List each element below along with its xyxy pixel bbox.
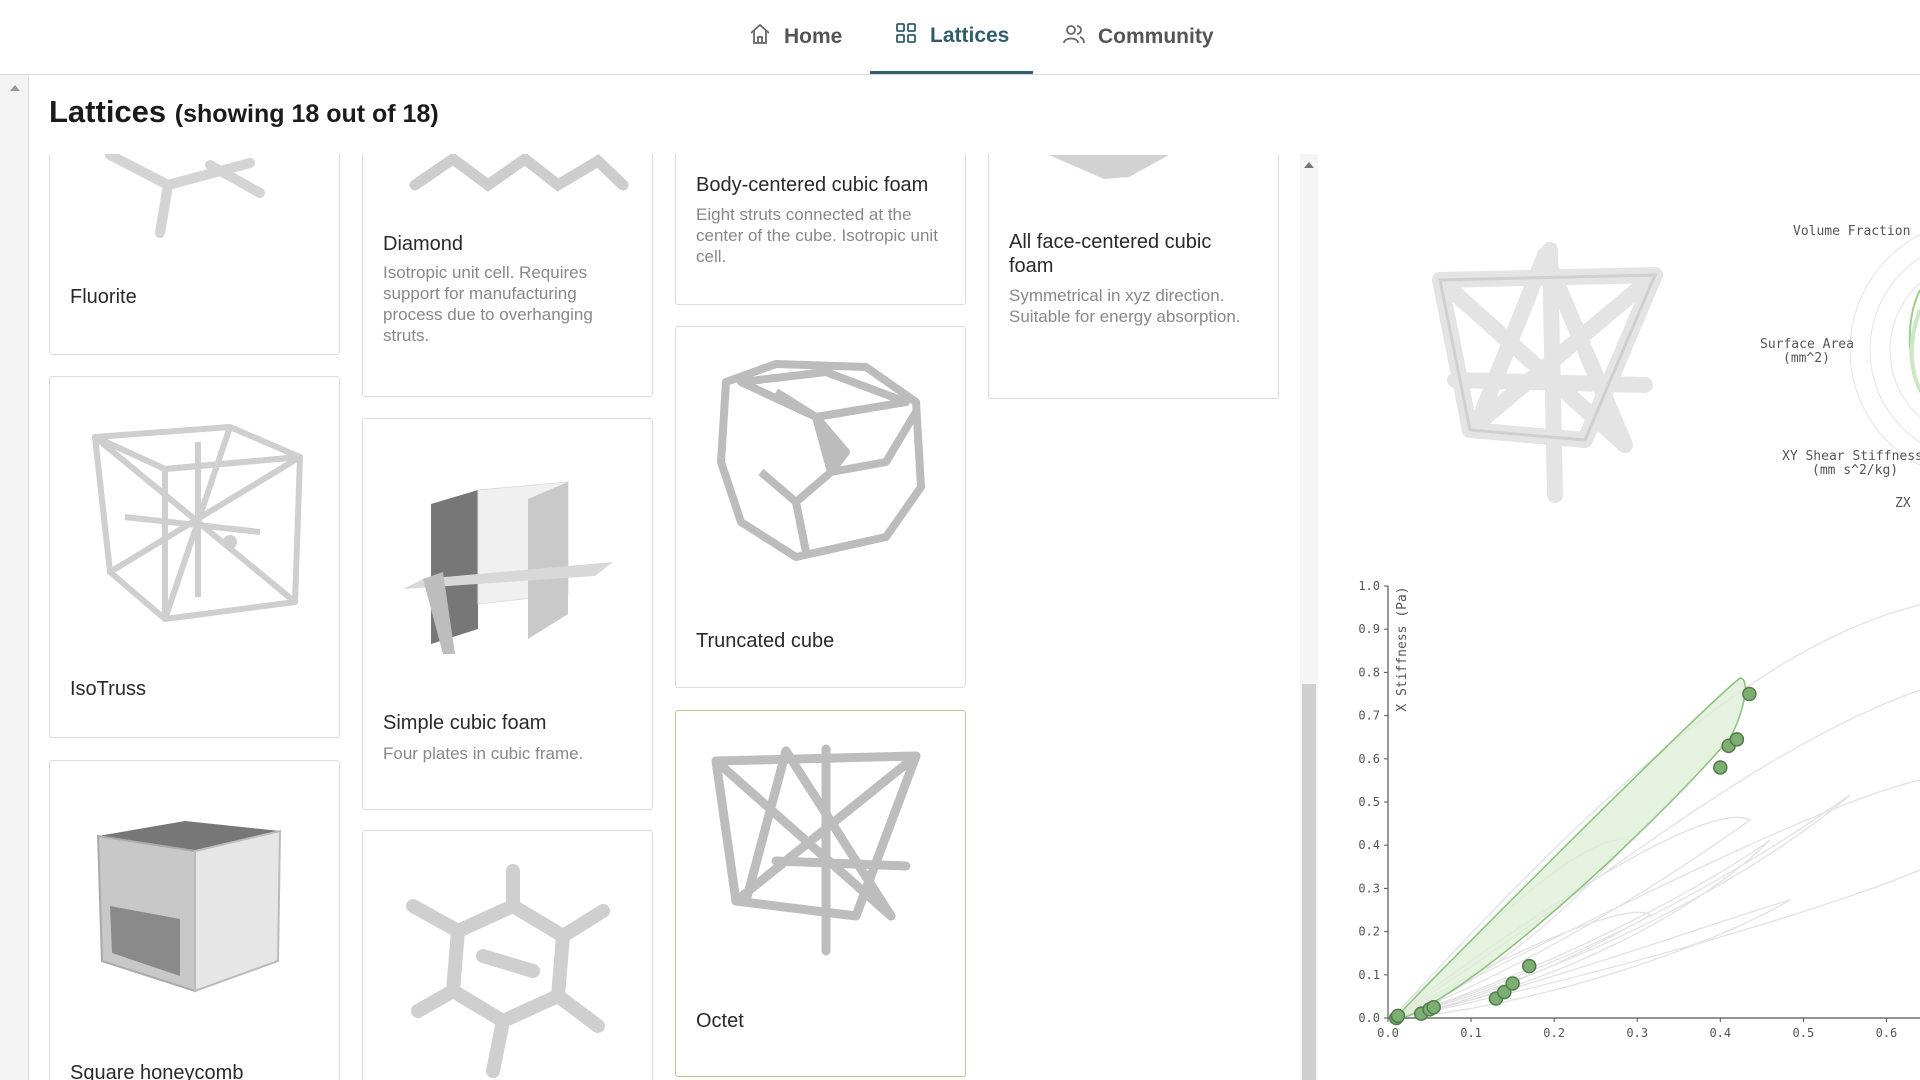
y-tick-label: 0.5 (1358, 795, 1380, 809)
data-point[interactable] (1390, 1008, 1406, 1024)
x-tick-label: 0.0 (1377, 1026, 1399, 1040)
card-name: Simple cubic foam (383, 712, 547, 734)
data-point[interactable] (1742, 686, 1757, 702)
y-tick-label: 0.4 (1358, 838, 1380, 852)
lattice-structure-icon (406, 864, 610, 1078)
users-icon (1062, 22, 1086, 52)
page-scrollbar[interactable] (0, 75, 29, 1080)
lattice-card-all-face-centered-cubic-foam[interactable]: All face-centered cubic foam Symmetrical… (988, 154, 1279, 399)
y-axis-label: X Stiffness (Pa) (1395, 586, 1410, 711)
fluorite-lattice-icon (105, 154, 265, 238)
lattice-card-isotruss[interactable]: IsoTruss (49, 376, 340, 738)
scroll-up-icon[interactable] (1304, 162, 1314, 168)
card-name: Square honeycomb (70, 1062, 244, 1080)
y-tick-label: 0.6 (1358, 752, 1380, 766)
radar-label-volume-fraction: Volume Fraction (1793, 224, 1910, 239)
card-name: Diamond (383, 233, 464, 255)
y-tick-label: 0.1 (1358, 968, 1380, 982)
y-tick-label: 0.3 (1358, 881, 1380, 895)
results-count: (showing 18 out of 18) (174, 100, 439, 128)
truncated-cube-icon (717, 360, 925, 561)
card-name: IsoTruss (70, 678, 146, 700)
radar-chart[interactable]: Volume Fraction Surface Area (mm^2) XY S… (1720, 200, 1920, 530)
y-tick-label: 0.8 (1358, 665, 1380, 679)
lattice-card-octet[interactable]: Octet (675, 710, 966, 1077)
lattice-card-truncated-cube[interactable]: Truncated cube (675, 326, 966, 688)
data-point[interactable] (1505, 976, 1520, 991)
top-navigation: Home Lattices Community (0, 0, 1920, 75)
pareto-hull (1389, 677, 1746, 1024)
page-title: Lattices (showing 18 out of 18) (49, 94, 439, 130)
y-tick-label: 1.0 (1358, 579, 1380, 593)
scrollbar-thumb[interactable] (1302, 684, 1316, 1080)
y-tick-label: 0.9 (1358, 622, 1380, 636)
grid-icon (894, 21, 918, 51)
x-tick-label: 0.2 (1543, 1026, 1565, 1040)
card-name: Fluorite (70, 286, 137, 308)
isotruss-lattice-icon (92, 424, 303, 622)
card-description: Eight struts connected at the center of … (696, 205, 938, 266)
x-tick-label: 0.4 (1709, 1026, 1731, 1040)
radar-label-surface-area: Surface Area (1760, 337, 1854, 352)
nav-home-label: Home (784, 25, 843, 48)
data-point[interactable] (1713, 760, 1728, 775)
card-name: Octet (696, 1010, 744, 1032)
card-name: All face-centered cubic foam (1009, 231, 1212, 277)
y-tick-label: 0.2 (1358, 925, 1380, 939)
lattice-card-diamond[interactable]: Diamond Isotropic unit cell. Requires su… (362, 154, 653, 397)
data-point[interactable] (1426, 999, 1441, 1015)
card-name: Body-centered cubic foam (696, 174, 929, 196)
card-name: Truncated cube (696, 630, 835, 652)
radar-label-surface-area-unit: (mm^2) (1783, 351, 1830, 366)
card-description: Symmetrical in xyz direction. Suitable f… (1009, 286, 1241, 326)
lattice-card-body-centered-cubic-foam[interactable]: Body-centered cubic foam Eight struts co… (675, 154, 966, 305)
nav-lattices-label: Lattices (930, 23, 1010, 47)
data-point[interactable] (1521, 958, 1537, 974)
x-tick-label: 0.6 (1876, 1026, 1898, 1040)
nav-community[interactable]: Community (1038, 0, 1238, 74)
lattice-card-simple-cubic-foam[interactable]: Simple cubic foam Four plates in cubic f… (362, 418, 653, 810)
page-title-text: Lattices (49, 94, 167, 129)
x-tick-label: 0.3 (1626, 1026, 1648, 1040)
lattice-card-fluorite[interactable]: Fluorite (49, 154, 340, 355)
scroll-up-icon[interactable] (10, 85, 20, 91)
data-point[interactable] (1729, 732, 1745, 747)
card-list-scrollbar[interactable] (1300, 154, 1318, 1080)
y-tick-label: 0.0 (1358, 1011, 1380, 1025)
nav-home[interactable]: Home (724, 0, 866, 74)
nav-lattices[interactable]: Lattices (870, 0, 1034, 74)
lattice-3d-preview[interactable] (1395, 230, 1695, 530)
x-tick-label: 0.1 (1460, 1026, 1482, 1040)
lattice-card-square-honeycomb[interactable]: Square honeycomb (49, 760, 340, 1080)
card-description: Four plates in cubic frame. (383, 744, 584, 763)
y-tick-label: 0.7 (1358, 709, 1380, 723)
lattice-card-list: Fluorite IsoTruss Square honeycomb Diamo… (28, 154, 1320, 1080)
simple-cubic-foam-icon (403, 481, 613, 654)
home-icon (748, 22, 772, 52)
scatter-chart[interactable]: 0.0 0.1 0.2 0.3 0.4 0.5 0.6 0.7 0.8 0.9 1.0 0.0 0.1 0… (1330, 570, 1920, 1080)
square-honeycomb-icon (96, 821, 282, 993)
afcc-foam-icon (1049, 155, 1169, 179)
nav-community-label: Community (1098, 25, 1214, 48)
x-tick-label: 0.5 (1793, 1026, 1815, 1040)
octet-lattice-icon (711, 744, 921, 956)
radar-label-zx: ZX (1895, 496, 1911, 511)
lattice-card-unnamed[interactable] (362, 830, 653, 1080)
diamond-lattice-icon (409, 154, 629, 192)
card-description: Isotropic unit cell. Requires support fo… (383, 263, 593, 345)
radar-label-xy-shear-unit: (mm s^2/kg) (1812, 463, 1898, 478)
radar-label-xy-shear: XY Shear Stiffness (1782, 449, 1920, 464)
